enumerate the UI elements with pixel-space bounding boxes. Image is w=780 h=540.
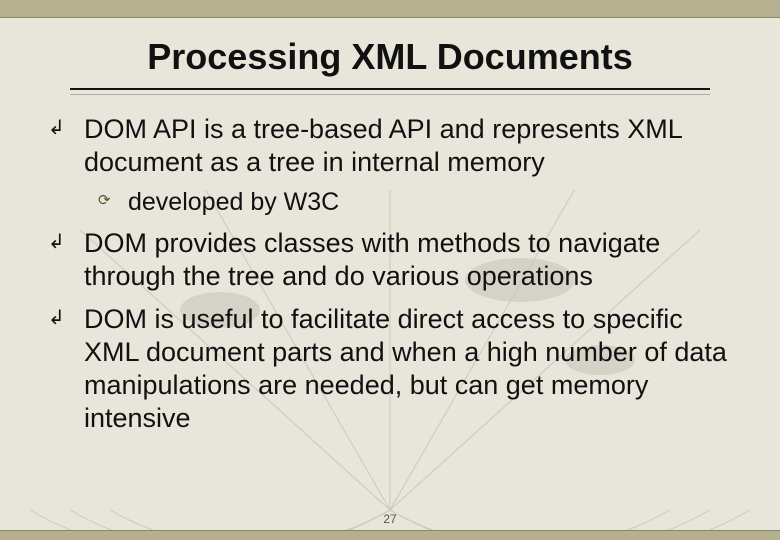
bullet-list: ↲ DOM API is a tree-based API and repres… xyxy=(40,113,740,435)
arrow-bullet-icon: ↲ xyxy=(48,115,65,139)
list-item-text: DOM API is a tree-based API and represen… xyxy=(84,114,682,177)
arrow-bullet-icon: ↲ xyxy=(48,229,65,253)
slide-title: Processing XML Documents xyxy=(70,36,710,90)
list-item: ↲ DOM is useful to facilitate direct acc… xyxy=(40,303,740,435)
bottom-decorative-band xyxy=(0,530,780,540)
sub-bullet-list: ⟳ developed by W3C xyxy=(84,187,740,218)
list-item-text: DOM provides classes with methods to nav… xyxy=(84,228,660,291)
list-item: ↲ DOM API is a tree-based API and repres… xyxy=(40,113,740,217)
sub-list-item: ⟳ developed by W3C xyxy=(84,187,740,218)
page-number: 27 xyxy=(0,512,780,526)
arrow-bullet-icon: ↲ xyxy=(48,305,65,329)
title-underline xyxy=(70,94,710,95)
cycle-bullet-icon: ⟳ xyxy=(98,191,111,209)
list-item: ↲ DOM provides classes with methods to n… xyxy=(40,227,740,293)
slide-content: Processing XML Documents ↲ DOM API is a … xyxy=(0,18,780,435)
top-decorative-band xyxy=(0,0,780,18)
list-item-text: DOM is useful to facilitate direct acces… xyxy=(84,304,727,433)
sub-list-item-text: developed by W3C xyxy=(128,188,339,216)
